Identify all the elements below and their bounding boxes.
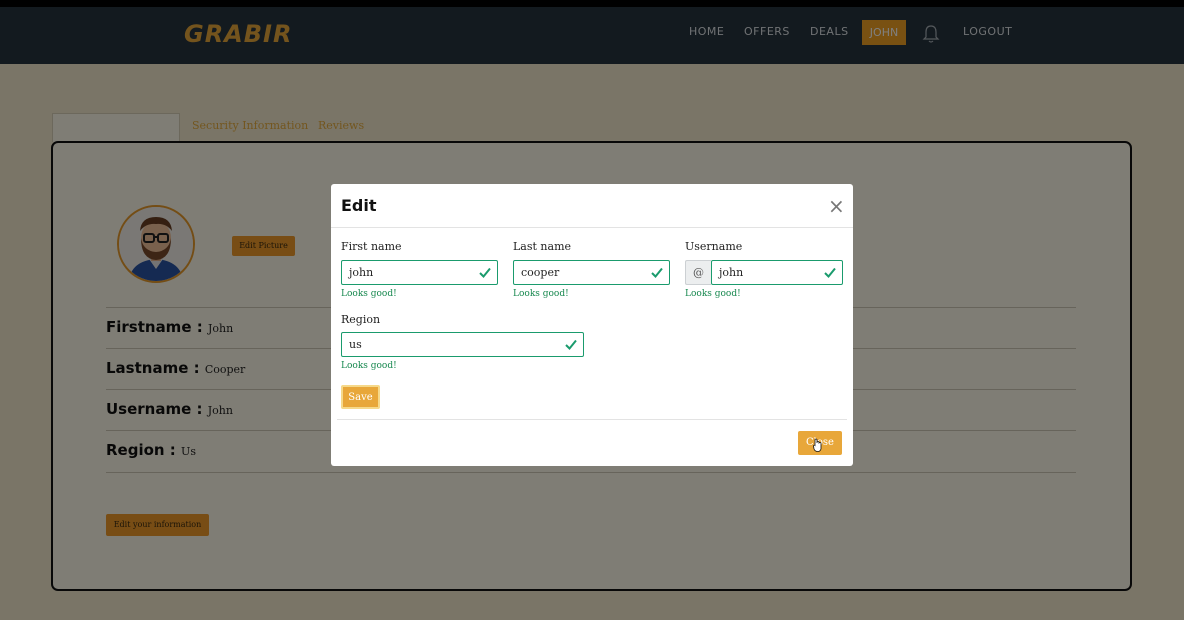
pointer-cursor-icon [813, 438, 822, 452]
region-feedback: Looks good! [341, 361, 397, 371]
last-name-label: Last name [513, 240, 572, 253]
modal-footer-divider [337, 419, 847, 420]
username-input[interactable]: john [711, 260, 843, 285]
check-icon [651, 267, 663, 278]
username-input-value: john [719, 266, 744, 279]
username-field-label: Username [685, 240, 743, 253]
region-input-value: us [349, 338, 362, 351]
check-icon [824, 267, 836, 278]
last-name-value: cooper [521, 266, 560, 279]
region-input[interactable]: us [341, 332, 584, 357]
last-name-input[interactable]: cooper [513, 260, 670, 285]
region-field-label: Region [341, 313, 381, 326]
at-prefix: @ [685, 260, 711, 285]
close-icon[interactable]: × [828, 196, 845, 216]
modal-title: Edit [341, 196, 377, 215]
check-icon [479, 267, 491, 278]
first-name-feedback: Looks good! [341, 289, 397, 299]
edit-modal: Edit × First name john Looks good! Last … [331, 184, 853, 466]
first-name-input[interactable]: john [341, 260, 498, 285]
modal-header-divider [331, 227, 853, 228]
first-name-value: john [349, 266, 374, 279]
first-name-label: First name [341, 240, 402, 253]
check-icon [565, 339, 577, 350]
save-button[interactable]: Save [341, 385, 380, 409]
last-name-feedback: Looks good! [513, 289, 569, 299]
username-feedback: Looks good! [685, 289, 741, 299]
